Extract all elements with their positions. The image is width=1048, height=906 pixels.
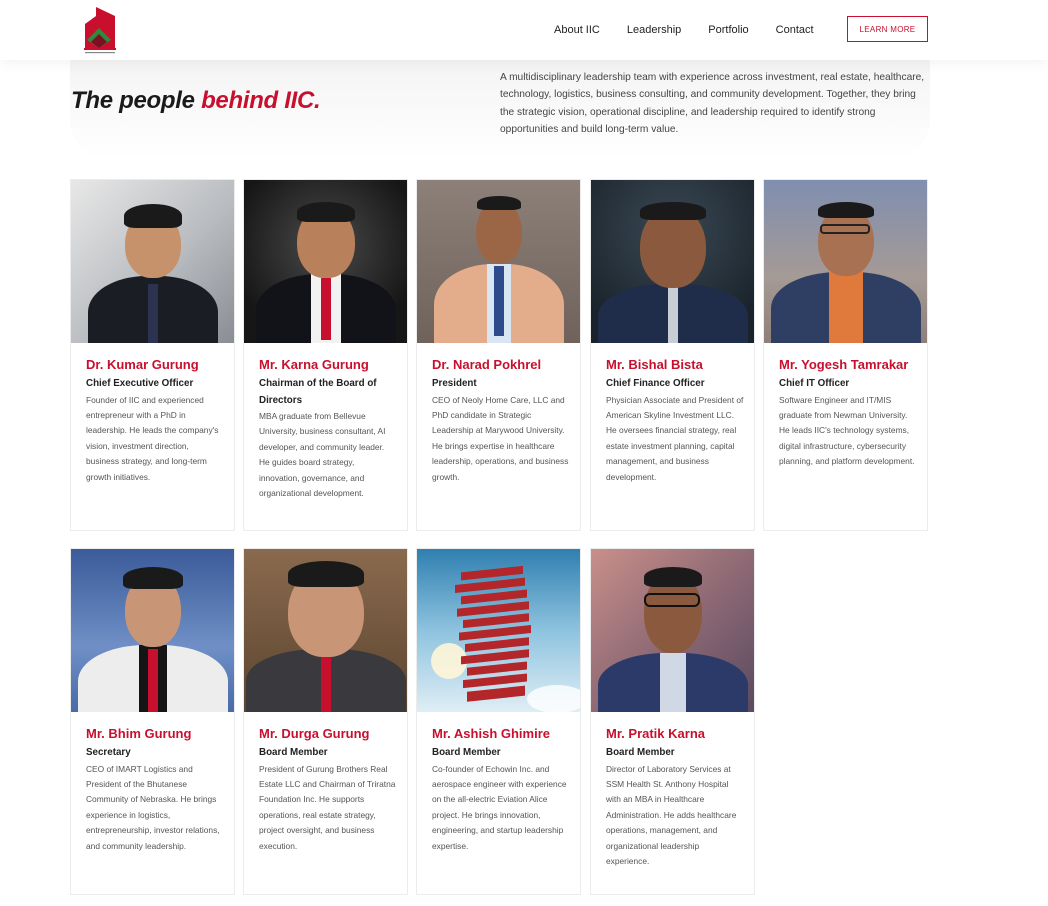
team-card-bhim: Mr. Bhim Gurung Secretary CEO of IMART L… — [70, 548, 235, 895]
portrait-photo — [71, 180, 234, 343]
title-accent: behind IIC. — [201, 87, 321, 114]
team-card-bishal: Mr. Bishal Bista Chief Finance Officer P… — [590, 179, 755, 531]
site-header: About IIC Leadership Portfolio Contact L… — [0, 0, 1048, 60]
member-name: Mr. Ashish Ghimire — [432, 726, 550, 741]
member-name: Mr. Pratik Karna — [606, 726, 705, 741]
title-main: The people — [71, 87, 202, 114]
team-card-pratik: Mr. Pratik Karna Board Member Director o… — [590, 548, 755, 895]
member-name: Mr. Bishal Bista — [606, 357, 703, 372]
team-card-durga: Mr. Durga Gurung Board Member President … — [243, 548, 408, 895]
portrait-photo — [71, 549, 234, 712]
team-card-yogesh: Mr. Yogesh Tamrakar Chief IT Officer Sof… — [763, 179, 928, 531]
nav-about[interactable]: About IIC — [554, 24, 600, 36]
iic-logo[interactable] — [83, 4, 117, 56]
member-role: Secretary — [86, 747, 131, 758]
member-bio: Software Engineer and IT/MIS graduate fr… — [779, 394, 915, 467]
intro-text: A multidisciplinary leadership team with… — [500, 72, 925, 135]
member-role: Board Member — [432, 747, 501, 758]
member-name: Dr. Narad Pokhrel — [432, 357, 542, 372]
member-bio: President of Gurung Brothers Real Estate… — [259, 763, 396, 851]
member-bio: MBA graduate from Bellevue University, b… — [259, 411, 386, 499]
member-role: Chief IT Officer — [779, 378, 850, 389]
member-bio: CEO of Neoly Home Care, LLC and PhD cand… — [432, 394, 569, 482]
member-bio: Founder of IIC and experienced entrepren… — [86, 394, 219, 482]
learn-more-button[interactable]: LEARN MORE — [847, 16, 928, 42]
team-card-narad: Dr. Narad Pokhrel President CEO of Neoly… — [416, 179, 581, 531]
member-name: Mr. Yogesh Tamrakar — [779, 357, 909, 372]
portrait-photo — [591, 180, 754, 343]
member-bio: CEO of IMART Logistics and President of … — [86, 763, 220, 851]
portrait-photo — [417, 180, 580, 343]
team-card-karna: Mr. Karna Gurung Chairman of the Board o… — [243, 179, 408, 531]
member-role: Board Member — [259, 747, 328, 758]
main-nav: About IIC Leadership Portfolio Contact — [554, 0, 841, 60]
member-bio: Physician Associate and President of Ame… — [606, 394, 744, 482]
nav-contact[interactable]: Contact — [776, 24, 814, 36]
member-bio: Director of Laboratory Services at SSM H… — [606, 763, 737, 866]
member-name: Mr. Durga Gurung — [259, 726, 370, 741]
team-card-ashish: Mr. Ashish Ghimire Board Member Co-found… — [416, 548, 581, 895]
member-role: Chairman of the Board of Directors — [259, 378, 377, 406]
member-role: President — [432, 378, 477, 389]
portrait-photo — [764, 180, 927, 343]
member-role: Chief Finance Officer — [606, 378, 705, 389]
page-title: The people behind IIC. — [71, 87, 321, 115]
nav-portfolio[interactable]: Portfolio — [708, 24, 748, 36]
member-name: Dr. Kumar Gurung — [86, 357, 199, 372]
member-bio: Co-founder of Echowin Inc. and aerospace… — [432, 763, 567, 851]
member-role: Board Member — [606, 747, 675, 758]
portrait-photo — [591, 549, 754, 712]
member-name: Mr. Karna Gurung — [259, 357, 369, 372]
team-card-kumar: Dr. Kumar Gurung Chief Executive Officer… — [70, 179, 235, 531]
member-role: Chief Executive Officer — [86, 378, 194, 389]
portrait-photo — [244, 549, 407, 712]
member-name: Mr. Bhim Gurung — [86, 726, 192, 741]
portrait-photo — [244, 180, 407, 343]
nav-leadership[interactable]: Leadership — [627, 24, 681, 36]
building-photo — [417, 549, 580, 712]
